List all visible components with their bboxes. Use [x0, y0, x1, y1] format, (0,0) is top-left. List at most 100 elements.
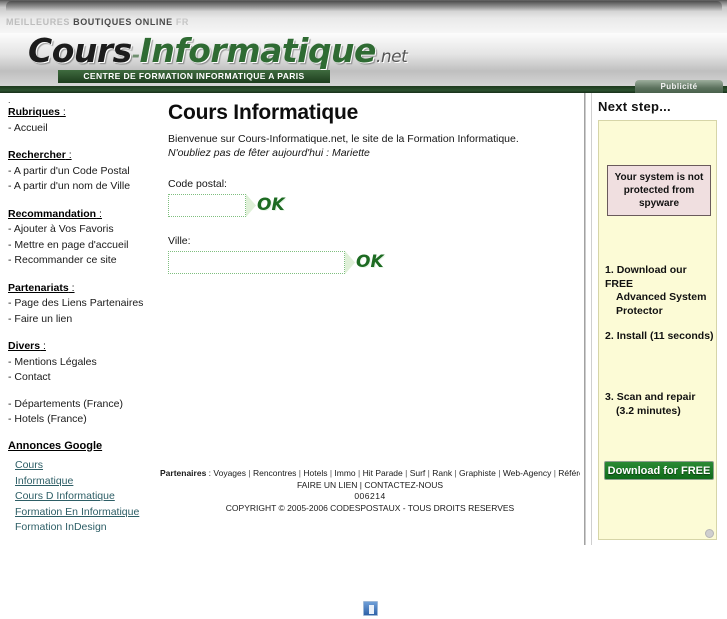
google-ad-link-formation-indesign[interactable]: Formation InDesign: [15, 520, 160, 536]
publicite-tab[interactable]: Publicité: [635, 80, 723, 93]
sidebar-item-page-accueil[interactable]: - Mettre en page d'accueil: [8, 238, 160, 254]
city-field-block: Ville: OK: [168, 235, 580, 274]
google-ad-link-cours-d-informatique[interactable]: Cours D Informatique: [15, 489, 160, 505]
postal-code-label: Code postal:: [168, 178, 227, 190]
column-divider-secondary: [591, 93, 592, 545]
partners-label: Partenaires: [160, 468, 207, 478]
heading-colon: :: [96, 207, 102, 220]
google-ad-link-formation-en-informatique[interactable]: Formation En Informatique: [15, 505, 160, 521]
partner-link[interactable]: Hit Parade: [363, 468, 403, 478]
sidebar-item-liens-partenaires[interactable]: - Page des Liens Partenaires: [8, 296, 160, 312]
google-ad-link-informatique[interactable]: Informatique: [15, 474, 160, 490]
footer-links-line[interactable]: FAIRE UN LIEN | CONTACTEZ-NOUS: [160, 480, 580, 492]
sidebar-item-mentions-legales[interactable]: - Mentions Légales: [8, 355, 160, 371]
sidebar-item-nom-ville[interactable]: - A partir d'un nom de Ville: [8, 179, 160, 195]
partner-links-list[interactable]: Voyages | Rencontres | Hotels | Immo | H…: [213, 468, 616, 478]
partner-separator: |: [452, 468, 460, 478]
column-divider: [584, 93, 586, 545]
fete-du-jour-text: N'oubliez pas de fêter aujourd'hui : Mar…: [168, 147, 370, 159]
sidebar-item-contact[interactable]: - Contact: [8, 370, 160, 386]
sidebar-heading-partenariats-text: Partenariats: [8, 281, 69, 294]
advert-step-3-line2: (3.2 minutes): [616, 404, 681, 417]
city-label: Ville:: [168, 235, 191, 247]
city-input[interactable]: [168, 251, 345, 274]
visitor-counter: 006214: [354, 491, 386, 501]
partner-link[interactable]: Voyages: [213, 468, 246, 478]
site-logo-band: Cours-Informatique.net CENTRE DE FORMATI…: [0, 33, 727, 86]
site-logo[interactable]: Cours-Informatique.net: [28, 33, 408, 70]
postal-code-input[interactable]: [168, 194, 246, 217]
postal-code-field-block: Code postal: OK: [168, 178, 580, 217]
site-tagline: CENTRE DE FORMATION INFORMATIQUE A PARIS: [58, 70, 330, 83]
advert-step-1-line1: Download our FREE: [605, 264, 687, 290]
banner-brand-text: MEILLEURES BOUTIQUES ONLINE FR: [6, 17, 189, 27]
sidebar-heading-rubriques-text: Rubriques: [8, 106, 60, 118]
panel-corner-icon: [705, 529, 714, 538]
sidebar-heading-annonces-google: Annonces Google: [8, 439, 103, 452]
partners-line: Partenaires : Voyages | Rencontres | Hot…: [160, 468, 616, 480]
welcome-text: Bienvenue sur Cours-Informatique.net, le…: [168, 133, 519, 145]
heading-colon: :: [40, 340, 46, 352]
download-for-free-button[interactable]: Download for FREE: [604, 461, 714, 480]
sidebar-heading-rechercher-text: Rechercher: [8, 149, 66, 161]
sidebar-heading-rechercher: Rechercher :: [8, 148, 160, 164]
banner-word-meilleures: MEILLEURES: [6, 17, 74, 27]
header-green-divider: [0, 86, 727, 93]
advert-step-2: 2. Install (11 seconds): [605, 330, 715, 344]
spyware-warning-box: Your system is not protected from spywar…: [607, 165, 711, 216]
sidebar-item-faire-un-lien[interactable]: - Faire un lien: [8, 312, 160, 328]
arrow-right-icon: [246, 194, 256, 217]
partner-separator: |: [246, 468, 253, 478]
arrow-right-icon: [345, 251, 355, 274]
partner-link[interactable]: Immo: [334, 468, 355, 478]
left-sidebar: . Rubriques : - Accueil Rechercher : - A…: [0, 93, 160, 545]
sidebar-item-favoris[interactable]: - Ajouter à Vos Favoris: [8, 222, 160, 238]
spyware-advert-panel[interactable]: Your system is not protected from spywar…: [598, 120, 717, 540]
sidebar-item-recommander[interactable]: - Recommander ce site: [8, 253, 160, 269]
partner-link[interactable]: Graphiste: [459, 468, 496, 478]
sidebar-heading-divers-text: Divers: [8, 340, 41, 352]
logo-tld: .net: [375, 47, 408, 67]
top-advertisement-banner[interactable]: MEILLEURES BOUTIQUES ONLINE FR: [0, 0, 727, 33]
advert-step-1-line2: Advanced System: [616, 291, 707, 303]
partner-link[interactable]: Hotels: [303, 468, 327, 478]
copyright-text: COPYRIGHT © 2005-2006 CODESPOSTAUX - TOU…: [225, 502, 515, 513]
advert-step-1-line3: Protector: [616, 304, 663, 317]
advert-step-3-line1: Scan and repair: [616, 391, 696, 403]
sidebar-item-departements[interactable]: - Départements (France): [8, 397, 160, 413]
footer-badge-area: [160, 601, 580, 619]
right-advert-column: Next step... Your system is not protecte…: [580, 93, 727, 545]
advert-step-1-number: 1.: [605, 264, 614, 276]
advert-step-2-number: 2.: [605, 330, 614, 342]
advert-step-2-line1: Install (11 seconds): [616, 330, 714, 342]
logo-part-informatique: Informatique: [139, 33, 377, 70]
advert-step-1: 1. Download our FREE Advanced System Pro…: [605, 264, 715, 318]
partner-link[interactable]: Rencontres: [253, 468, 296, 478]
page-body: . Rubriques : - Accueil Rechercher : - A…: [0, 93, 727, 616]
banner-word-boutiques-online: BOUTIQUES ONLINE: [73, 17, 173, 27]
sidebar-item-code-postal[interactable]: - A partir d'un Code Postal: [8, 164, 160, 180]
city-submit-button[interactable]: OK: [345, 251, 386, 274]
floppy-disk-icon[interactable]: [362, 601, 378, 616]
logo-separator: -: [131, 43, 140, 67]
banner-word-fr: FR: [172, 17, 190, 27]
partner-link[interactable]: Rank: [432, 468, 452, 478]
partner-separator: |: [495, 468, 503, 478]
sidebar-heading-recommandation-text: Recommandation: [8, 207, 97, 220]
sidebar-item-hotels[interactable]: - Hotels (France): [8, 412, 160, 428]
partner-link[interactable]: Surf: [410, 468, 426, 478]
postal-code-submit-button[interactable]: OK: [246, 194, 287, 217]
partner-link[interactable]: Web-Agency: [503, 468, 552, 478]
sidebar-item-accueil[interactable]: - Accueil: [8, 121, 160, 137]
heading-colon: :: [59, 106, 66, 118]
postal-code-row: OK: [168, 194, 580, 217]
sidebar-heading-rubriques: Rubriques :: [8, 105, 160, 121]
advert-step-3-number: 3.: [605, 391, 614, 403]
google-ad-link-cours[interactable]: Cours: [15, 458, 160, 474]
